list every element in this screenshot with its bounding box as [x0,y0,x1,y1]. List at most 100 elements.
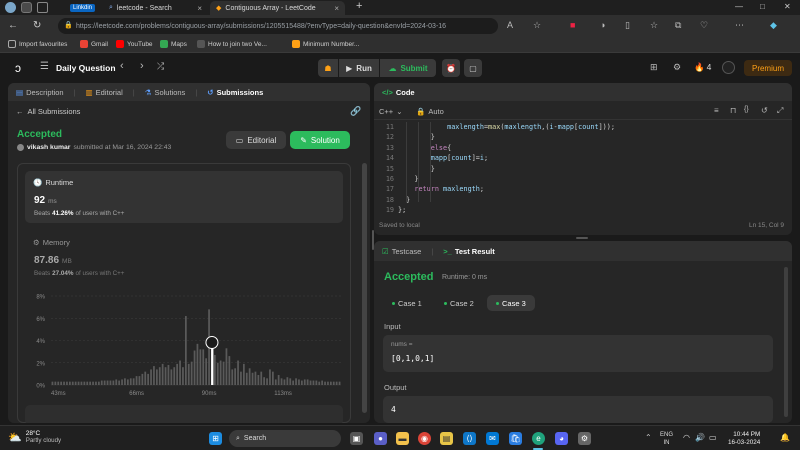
run-button[interactable]: ▶ Run [339,59,379,77]
split-screen-icon[interactable]: ▯ [625,20,630,31]
case-2-tab[interactable]: Case 2 [435,295,483,311]
bookmark-how-to-join[interactable]: How to join two Ve... [197,40,267,48]
debug-button[interactable]: ☗ [318,59,338,77]
vscode-icon[interactable]: ⟨⟩ [463,432,476,445]
code-line[interactable]: 15 } [374,164,792,174]
favorite-star-icon[interactable]: ☆ [533,20,541,31]
new-tab-button[interactable]: + [356,0,362,12]
battery-icon[interactable]: ▭ [709,433,717,442]
auto-mode[interactable]: 🔒 Auto [416,107,444,116]
panel-scrollbar[interactable] [362,163,367,413]
runtime-distribution-chart[interactable]: 8% 6% 4% 2% 0% 43ms 66ms 90ms 113ms [25,288,345,408]
sticky-notes-icon[interactable]: ▤ [440,432,453,445]
teams-chat-icon[interactable]: ● [374,432,387,445]
tab-contiguous-array[interactable]: ◆ Contiguous Array - LeetCode × [210,1,345,15]
tab-actions-icon[interactable] [37,2,48,13]
problem-list-icon[interactable]: ☰ [40,61,49,72]
refresh-icon[interactable]: ↻ [33,20,41,31]
close-tab-icon[interactable]: × [334,4,339,13]
horizontal-splitter[interactable] [576,237,588,239]
streak-counter[interactable]: 🔥 4 [694,62,711,73]
close-window-icon[interactable]: ✕ [784,2,791,11]
workspaces-icon[interactable] [21,2,32,13]
bookmark-icon[interactable]: ⊓ [730,106,736,115]
prev-question-icon[interactable]: ‹ [120,60,124,72]
share-link-icon[interactable]: 🔗 [350,106,361,117]
layout-grid-icon[interactable]: ⊞ [650,62,658,73]
submit-button[interactable]: ☁ Submit [380,59,436,77]
code-line[interactable]: 17 return maxlength; [374,184,792,194]
code-line[interactable]: 16 } [374,174,792,184]
close-tab-icon[interactable]: × [197,4,202,13]
case-1-tab[interactable]: Case 1 [383,295,431,311]
bookmark-import[interactable]: Import favourites [8,40,67,48]
user-avatar[interactable] [722,61,735,74]
code-line[interactable]: 18 } [374,195,792,205]
username[interactable]: vikash kumar [27,144,70,151]
bookmark-youtube[interactable]: YouTube [116,40,153,48]
read-aloud-icon[interactable]: A [507,20,513,30]
store-icon[interactable]: 🛍 [509,432,522,445]
tab-test-result[interactable]: >_ Test Result [443,247,494,256]
tab-solutions[interactable]: ⚗ Solutions [145,88,186,97]
tab-linkedin[interactable]: Linkdin [70,1,100,15]
tab-submissions[interactable]: ↺ Submissions [207,88,263,97]
browser-essentials-icon[interactable]: ♡ [700,20,708,31]
settings-gear-icon[interactable]: ⚙ [578,432,591,445]
shuffle-icon[interactable]: ⤮ [157,61,164,72]
discord-icon[interactable]: ◕ [555,432,568,445]
leetcode-logo[interactable]: ↄ [15,61,21,75]
test-panel-scrollbar[interactable] [784,267,788,417]
chrome-icon[interactable]: ◉ [418,432,431,445]
fullscreen-icon[interactable]: ⤢ [777,106,783,116]
url-input[interactable]: 🔒 https://leetcode.com/problems/contiguo… [58,18,498,34]
minimize-icon[interactable]: — [735,2,743,11]
notifications-icon[interactable]: 🔔 [780,433,790,442]
tab-description[interactable]: ▤ Description [16,88,64,97]
runtime-card[interactable]: 🕓 Runtime 92 ms Beats 41.26% of users wit… [25,171,343,223]
notes-icon[interactable]: ▢ [464,59,482,77]
tray-overflow-icon[interactable]: ⌃ [645,433,652,442]
tab-editorial[interactable]: ▥ Editorial [86,88,123,97]
edge-icon[interactable]: e [532,432,545,445]
task-view-icon[interactable]: ▣ [350,432,363,445]
code-line[interactable]: 14 mapp[count]=i; [374,153,792,163]
collections-icon[interactable]: ⧉ [675,20,681,31]
settings-gear-icon[interactable]: ⚙ [673,62,681,73]
code-editor[interactable]: 11 maxlength=max(maxlength,(i-mapp[count… [374,120,792,218]
language-select[interactable]: C++ ⌄ [379,107,402,116]
tab-leetcode-search[interactable]: ⌕ leetcode - Search × [103,1,208,15]
copilot-icon[interactable]: ◆ [770,20,777,31]
format-icon[interactable]: ≡ [714,106,719,115]
reset-icon[interactable]: ↺ [761,106,768,115]
braces-icon[interactable]: {} [744,106,749,113]
more-menu-icon[interactable]: ⋯ [735,20,744,31]
tab-code[interactable]: </> Code [382,88,415,97]
editorial-button[interactable]: ▭ Editorial [226,131,286,149]
maximize-icon[interactable]: □ [760,2,765,11]
timer-icon[interactable]: ⏰ [442,59,460,77]
bookmark-minimum-number[interactable]: Minimum Number... [292,40,359,48]
wifi-icon[interactable]: ◠ [683,433,690,442]
case-3-tab[interactable]: Case 3 [487,295,535,311]
taskbar-search[interactable]: ⌕ Search [229,430,341,447]
tab-testcase[interactable]: ☑ Testcase [382,247,421,256]
bookmark-gmail[interactable]: Gmail [80,40,108,48]
extension-icon[interactable]: ■ [570,20,575,30]
profile-avatar[interactable] [5,2,16,13]
volume-icon[interactable]: 🔊 [695,433,705,442]
premium-button[interactable]: Premium [744,60,792,76]
favorites-icon[interactable]: ☆ [650,20,658,31]
back-icon[interactable]: ← [8,20,18,31]
code-line[interactable]: 11 maxlength=max(maxlength,(i-mapp[count… [374,122,792,132]
extension-icon[interactable]: ◑ [600,20,605,30]
solution-button[interactable]: ✎ Solution [290,131,350,149]
bookmark-maps[interactable]: Maps [160,40,187,48]
file-explorer-icon[interactable]: ▬ [396,432,409,445]
mail-icon[interactable]: ✉ [486,432,499,445]
code-line[interactable]: 19}; [374,205,792,215]
language-indicator[interactable]: ENG IN [660,431,673,447]
next-question-icon[interactable]: › [140,60,144,72]
code-line[interactable]: 12 } [374,132,792,142]
back-to-submissions[interactable]: ← All Submissions [16,107,80,116]
